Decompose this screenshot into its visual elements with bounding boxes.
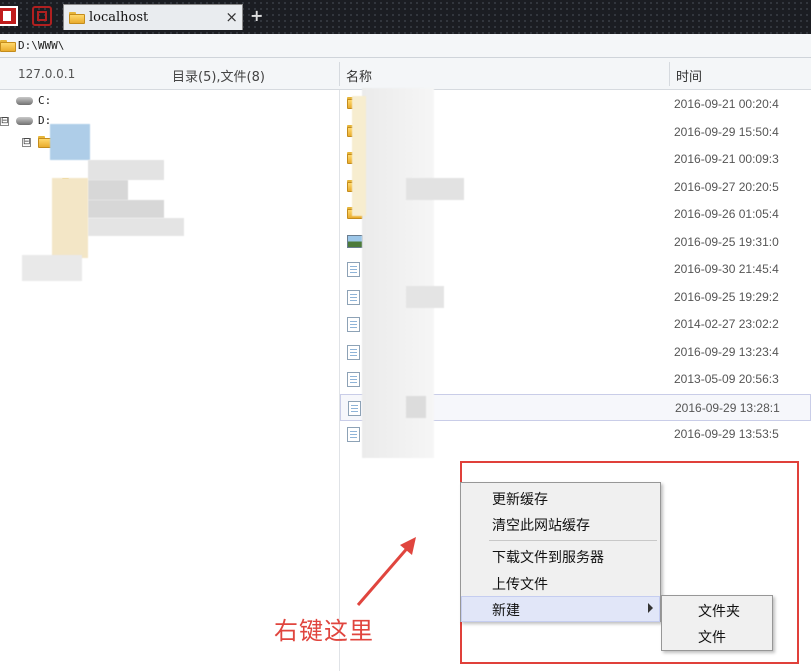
modified-time: 2016-09-30 21:45:4: [674, 262, 779, 276]
modified-time: 2016-09-25 19:29:2: [674, 290, 779, 304]
document-icon: [347, 317, 360, 332]
dir-file-summary: 目录(5),文件(8): [172, 70, 265, 85]
redacted-region: [406, 396, 426, 418]
menu-separator: [489, 540, 657, 541]
list-header: 127.0.0.1 目录(5),文件(8) 名称 时间: [0, 58, 811, 90]
annotation-text: 右键这里: [274, 617, 374, 645]
modified-time: 2016-09-29 15:50:4: [674, 125, 779, 139]
submenu-arrow-icon: [648, 603, 653, 613]
submenu-new: 文件夹 文件: [661, 595, 773, 651]
column-divider[interactable]: [339, 62, 340, 86]
modified-time: 2016-09-26 01:05:4: [674, 207, 779, 221]
modified-time: 2016-09-29 13:23:4: [674, 345, 779, 359]
submenu-item-folder[interactable]: 文件夹: [698, 601, 740, 621]
column-header-name[interactable]: 名称: [346, 66, 372, 85]
document-icon: [347, 427, 360, 442]
tab-localhost[interactable]: localhost ×: [63, 4, 243, 30]
document-icon: [347, 262, 360, 277]
drive-c-icon: [16, 97, 33, 105]
folder-icon: [69, 12, 85, 24]
tab-title: localhost: [89, 10, 149, 25]
column-divider[interactable]: [669, 62, 670, 86]
redacted-region: [88, 180, 128, 200]
drive-d-icon: [16, 117, 33, 125]
redacted-region: [352, 96, 366, 216]
tree-expander[interactable]: ⊟: [22, 138, 31, 147]
document-icon: [347, 345, 360, 360]
modified-time: 2016-09-27 20:20:5: [674, 180, 779, 194]
redacted-region: [406, 286, 444, 308]
menu-item-new[interactable]: 新建: [461, 596, 660, 622]
document-icon: [347, 372, 360, 387]
address-path[interactable]: D:\WWW\: [18, 39, 64, 52]
redacted-region: [22, 255, 82, 281]
redacted-region: [88, 160, 164, 180]
menu-item-upload-file[interactable]: 上传文件: [461, 570, 660, 596]
app-menu-icon[interactable]: [0, 6, 18, 26]
document-icon: [348, 401, 361, 416]
menu-item-download-to-server[interactable]: 下载文件到服务器: [461, 543, 660, 569]
redacted-region: [406, 178, 464, 200]
menu-item-clear-site-cache[interactable]: 清空此网站缓存: [461, 511, 660, 537]
modified-time: 2016-09-29 13:28:1: [675, 401, 780, 415]
modified-time: 2013-05-09 20:56:3: [674, 372, 779, 386]
host-address: 127.0.0.1: [18, 67, 76, 81]
modified-time: 2016-09-29 13:53:5: [674, 427, 779, 441]
tree-drive-c[interactable]: C:: [38, 94, 51, 107]
column-header-time[interactable]: 时间: [676, 66, 702, 85]
document-icon: [347, 290, 360, 305]
menu-item-refresh-cache[interactable]: 更新缓存: [461, 485, 660, 511]
tab-close-icon[interactable]: ×: [225, 8, 238, 26]
context-menu: 更新缓存 清空此网站缓存 下载文件到服务器 上传文件 新建: [460, 482, 661, 622]
redacted-region: [88, 218, 184, 236]
new-tab-button[interactable]: +: [250, 6, 263, 25]
modified-time: 2016-09-21 00:20:4: [674, 97, 779, 111]
image-file-icon: [347, 235, 363, 248]
redacted-region: [88, 200, 164, 218]
redacted-region: [50, 124, 90, 160]
redacted-region: [52, 178, 88, 258]
tab-bar: localhost × +: [0, 0, 811, 34]
submenu-item-file[interactable]: 文件: [698, 627, 726, 647]
modified-time: 2016-09-25 19:31:0: [674, 235, 779, 249]
annotation-arrow-icon: [356, 537, 416, 606]
address-bar[interactable]: D:\WWW\: [0, 34, 811, 58]
menu-item-new-label: 新建: [492, 603, 520, 619]
modified-time: 2014-02-27 23:02:2: [674, 317, 779, 331]
tree-expander[interactable]: ⊟: [0, 117, 9, 126]
app-logo-icon[interactable]: [32, 6, 52, 26]
modified-time: 2016-09-21 00:09:3: [674, 152, 779, 166]
folder-icon: [0, 40, 16, 52]
